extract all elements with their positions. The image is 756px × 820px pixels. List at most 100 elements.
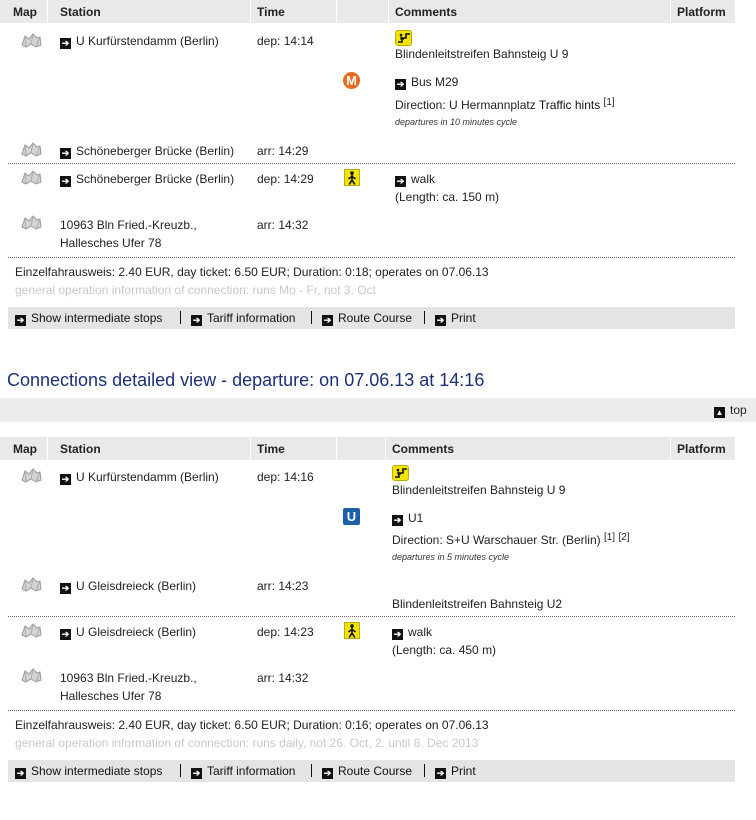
station-link[interactable]: ➔ Schöneberger Brücke (Berlin) [60,144,234,159]
destination-line2: Hallesches Ufer 78 [60,236,162,250]
arrow-icon: ➔ [60,38,71,49]
departure-time: dep: 14:16 [257,470,314,484]
station-link[interactable]: ➔ Schöneberger Brücke (Berlin) [60,172,234,187]
row-divider [8,163,735,164]
arrow-icon: ➔ [15,768,26,779]
accessibility-icon [395,30,412,46]
header-comments: Comments [395,5,458,19]
route-course-button[interactable]: ➔ Route Course [322,764,412,779]
arrow-icon: ➔ [435,315,446,326]
fare-info: Einzelfahrausweis: 2.40 EUR, day ticket:… [15,265,489,279]
destination-line1: 10963 Bln Fried.-Kreuzb., [60,218,197,232]
table-header: Map Station Time Comments Platform [0,437,735,460]
map-icon[interactable] [20,576,42,592]
section-title: Connections detailed view - departure: o… [7,370,485,390]
print-button[interactable]: ➔ Print [435,311,476,326]
arrow-icon: ➔ [392,515,403,526]
top-bar: ▲ top [0,398,756,422]
arrow-icon: ➔ [60,148,71,159]
general-info: general operation information of connect… [15,736,479,750]
arrow-icon: ➔ [322,315,333,326]
row-divider [8,710,735,711]
arrow-icon: ➔ [60,629,71,640]
direction-text: Direction: U Hermannplatz Traffic hints … [395,97,615,112]
header-platform: Platform [677,442,726,456]
header-time: Time [257,442,285,456]
show-intermediate-stops-button[interactable]: ➔ Show intermediate stops [15,764,162,779]
header-map: Map [13,442,37,456]
destination-line2: Hallesches Ufer 78 [60,689,162,703]
map-icon[interactable] [20,214,42,230]
arrow-icon: ➔ [395,176,406,187]
table-header: Map Station Time Comments Platform [0,0,735,23]
footnote-ref[interactable]: [1] [604,97,615,108]
arrival-time: arr: 14:32 [257,671,309,685]
arrow-icon: ➔ [322,768,333,779]
map-icon[interactable] [20,622,42,638]
arrival-time: arr: 14:29 [257,144,309,158]
row-divider [8,257,735,258]
fare-info: Einzelfahrausweis: 2.40 EUR, day ticket:… [15,718,489,732]
ubahn-icon: U [343,508,360,525]
arrow-icon: ➔ [191,768,202,779]
arrival-time: arr: 14:32 [257,218,309,232]
show-intermediate-stops-button[interactable]: ➔ Show intermediate stops [15,311,162,326]
tariff-information-button[interactable]: ➔ Tariff information [191,311,295,326]
line-link[interactable]: ➔ Bus M29 [395,75,458,90]
header-map: Map [13,5,37,19]
departure-time: dep: 14:23 [257,625,314,639]
station-link[interactable]: ➔ U Kurfürstendamm (Berlin) [60,470,219,485]
walk-link[interactable]: ➔ walk [392,625,432,640]
line-link[interactable]: ➔ U1 [392,511,423,526]
action-bar: ➔ Show intermediate stops ➔ Tariff informa… [8,307,735,329]
action-bar: ➔ Show intermediate stops ➔ Tariff informa… [8,760,735,782]
map-icon[interactable] [20,667,42,683]
map-icon[interactable] [20,169,42,185]
station-link[interactable]: ➔ U Gleisdreieck (Berlin) [60,625,196,640]
header-platform: Platform [677,5,726,19]
footnote-ref[interactable]: [2] [618,532,629,543]
arrow-icon: ➔ [392,629,403,640]
direction-text: Direction: S+U Warschauer Str. (Berlin) … [392,532,630,547]
arrow-icon: ➔ [395,79,406,90]
arrow-icon: ➔ [15,315,26,326]
arrow-icon: ➔ [191,315,202,326]
cycle-note: departures in 5 minutes cycle [392,552,510,562]
print-button[interactable]: ➔ Print [435,764,476,779]
traffic-hints-link[interactable]: Traffic hints [539,98,600,112]
destination-line1: 10963 Bln Fried.-Kreuzb., [60,671,197,685]
header-time: Time [257,5,285,19]
platform-comment: Blindenleitstreifen Bahnsteig U 9 [392,483,566,497]
header-station: Station [60,442,101,456]
tariff-information-button[interactable]: ➔ Tariff information [191,764,295,779]
route-course-button[interactable]: ➔ Route Course [322,311,412,326]
arrow-icon: ➔ [60,583,71,594]
walk-icon [344,169,360,186]
metro-bus-icon: M [343,72,360,89]
map-icon[interactable] [20,467,42,483]
arrow-up-icon: ▲ [714,407,725,418]
station-link[interactable]: ➔ U Gleisdreieck (Berlin) [60,579,196,594]
arrival-time: arr: 14:23 [257,579,309,593]
walk-icon [344,622,360,639]
header-station: Station [60,5,101,19]
departure-time: dep: 14:14 [257,34,314,48]
accessibility-icon [392,465,409,481]
header-comments: Comments [392,442,455,456]
walk-length: (Length: ca. 450 m) [392,643,497,657]
map-icon[interactable] [20,141,42,157]
platform-comment: Blindenleitstreifen Bahnsteig U 9 [395,47,569,61]
map-icon[interactable] [20,32,42,48]
walk-link[interactable]: ➔ walk [395,172,435,187]
departure-time: dep: 14:29 [257,172,314,186]
station-link[interactable]: ➔ U Kurfürstendamm (Berlin) [60,34,219,49]
top-link[interactable]: ▲ top [714,403,747,418]
row-divider [8,616,735,617]
general-info: general operation information of connect… [15,283,376,297]
cycle-note: departures in 10 minutes cycle [395,117,518,127]
arrow-icon: ➔ [60,474,71,485]
walk-length: (Length: ca. 150 m) [395,190,500,204]
footnote-ref[interactable]: [1] [604,532,615,543]
arrow-icon: ➔ [435,768,446,779]
arrival-platform-comment: Blindenleitstreifen Bahnsteig U2 [392,597,563,611]
